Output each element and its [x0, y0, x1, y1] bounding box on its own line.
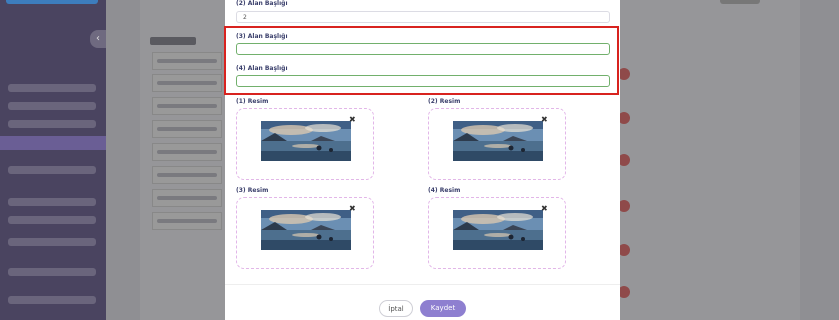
- image-4-thumbnail: [453, 210, 543, 250]
- list-item: [152, 52, 222, 70]
- sidebar-item[interactable]: [8, 102, 96, 110]
- cancel-button[interactable]: İptal: [379, 300, 413, 317]
- image-1-remove-icon[interactable]: ✖: [349, 116, 356, 124]
- list-item: [152, 74, 222, 92]
- list-item: [152, 120, 222, 138]
- sidebar-item-active[interactable]: [0, 136, 106, 150]
- list-item: [152, 189, 222, 207]
- image-3-remove-icon[interactable]: ✖: [349, 205, 356, 213]
- list-item: [152, 143, 222, 161]
- image-1-thumbnail: [261, 121, 351, 161]
- sidebar-item[interactable]: [8, 238, 96, 246]
- header-control-backdrop: [720, 0, 760, 4]
- sidebar-collapse-button[interactable]: ‹: [90, 30, 106, 48]
- list-item: [152, 166, 222, 184]
- image-4-label: (4) Resim: [428, 187, 461, 194]
- logo: [6, 0, 98, 4]
- section-title-backdrop: [150, 37, 196, 45]
- sidebar-item[interactable]: [8, 268, 96, 276]
- sidebar-item[interactable]: [8, 198, 96, 206]
- field-2-label: (2) Alan Başlığı: [236, 0, 288, 7]
- image-4-remove-icon[interactable]: ✖: [541, 205, 548, 213]
- image-2-label: (2) Resim: [428, 98, 461, 105]
- image-3-dropzone[interactable]: ✖: [236, 197, 374, 269]
- sidebar-item[interactable]: [8, 296, 96, 304]
- list-item: [152, 212, 222, 230]
- sidebar-item[interactable]: [8, 216, 96, 224]
- save-button[interactable]: Kaydet: [420, 300, 466, 317]
- image-2-remove-icon[interactable]: ✖: [541, 116, 548, 124]
- sidebar-item[interactable]: [8, 166, 96, 174]
- modal-footer-divider: [225, 284, 620, 285]
- field-2-input[interactable]: 2: [236, 11, 610, 23]
- image-4-dropzone[interactable]: ✖: [428, 197, 566, 269]
- image-3-thumbnail: [261, 210, 351, 250]
- image-3-label: (3) Resim: [236, 187, 269, 194]
- highlight-box: [224, 26, 619, 95]
- sidebar: ‹: [0, 0, 106, 320]
- sidebar-item[interactable]: [8, 84, 96, 92]
- image-1-dropzone[interactable]: ✖: [236, 108, 374, 180]
- image-2-thumbnail: [453, 121, 543, 161]
- image-2-dropzone[interactable]: ✖: [428, 108, 566, 180]
- list-item: [152, 97, 222, 115]
- image-1-label: (1) Resim: [236, 98, 269, 105]
- sidebar-item[interactable]: [8, 120, 96, 128]
